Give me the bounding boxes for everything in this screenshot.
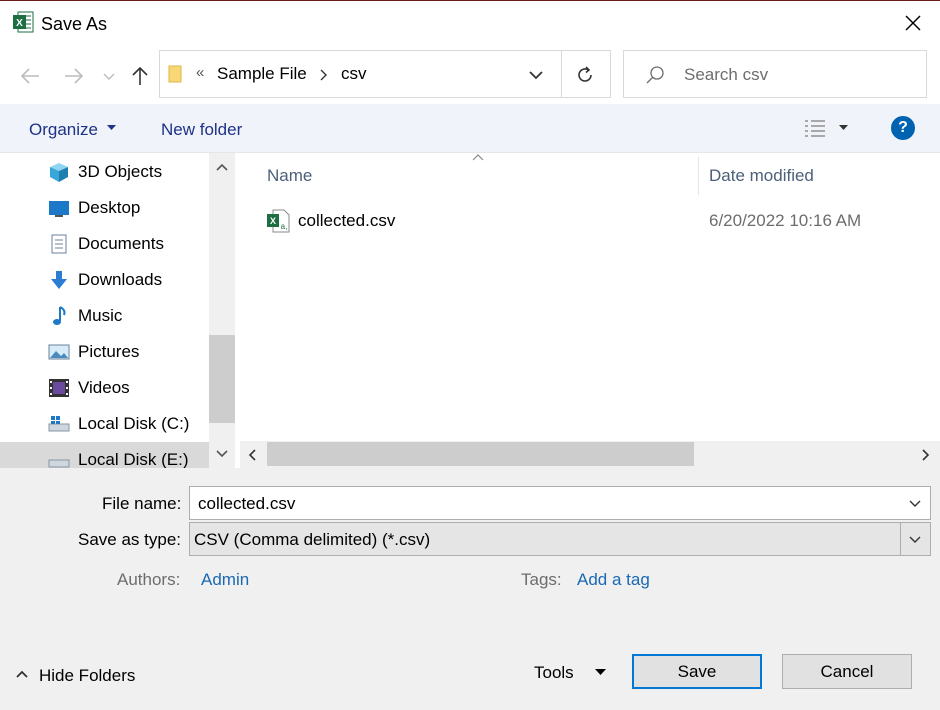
save-as-type-value[interactable]: CSV (Comma delimited) (*.csv) <box>194 530 430 550</box>
file-name: collected.csv <box>298 211 396 230</box>
sidebar-item-label: Local Disk (E:) <box>78 450 189 468</box>
tools-dropdown-icon[interactable] <box>595 669 606 676</box>
sidebar-item-label: 3D Objects <box>78 162 163 181</box>
svg-text:X: X <box>270 216 276 226</box>
excel-app-icon: X <box>13 11 34 33</box>
sidebar-item-label: Pictures <box>78 342 140 361</box>
title-bar: X Save As <box>0 0 940 46</box>
sidebar-item-local-disk-e[interactable]: Local Disk (E:) <box>0 442 210 468</box>
hide-folders-button[interactable]: Hide Folders <box>39 666 135 686</box>
column-divider[interactable] <box>698 157 699 195</box>
address-history-chevron-icon[interactable] <box>527 67 545 83</box>
breadcrumb-separator-icon[interactable] <box>318 68 330 82</box>
sidebar-item-videos[interactable]: Videos <box>48 370 235 406</box>
sidebar-item-downloads[interactable]: Downloads <box>48 262 235 298</box>
refresh-icon[interactable] <box>574 64 596 86</box>
breadcrumb-overflow[interactable]: « <box>196 64 204 81</box>
save-form-panel: File name: collected.csv Save as type: C… <box>0 468 940 710</box>
folder-icon <box>168 65 182 83</box>
drive-icon <box>48 459 70 468</box>
save-as-type-select[interactable]: CSV (Comma delimited) (*.csv) <box>189 522 931 556</box>
sort-ascending-icon <box>472 154 484 161</box>
documents-icon <box>51 234 67 254</box>
3d-objects-icon <box>50 163 68 182</box>
add-tag-link[interactable]: Add a tag <box>577 570 650 590</box>
sidebar-item-documents[interactable]: Documents <box>48 226 235 262</box>
scrollbar-thumb[interactable] <box>209 335 235 423</box>
save-as-type-label: Save as type: <box>78 530 182 549</box>
navigation-pane: 3D Objects Desktop Documents Downloads M… <box>0 153 235 468</box>
file-name-field[interactable]: collected.csv <box>189 486 931 520</box>
organize-dropdown-icon[interactable] <box>107 125 116 131</box>
sidebar-item-label: Local Disk (C:) <box>78 414 190 433</box>
file-list-horizontal-scrollbar[interactable] <box>240 441 940 468</box>
breadcrumb-item-sample-file[interactable]: Sample File <box>217 64 307 84</box>
file-name-label: File name: <box>102 494 182 513</box>
address-bar[interactable]: « Sample File csv <box>159 50 611 98</box>
forward-arrow-icon[interactable] <box>62 64 86 88</box>
sidebar-item-label: Downloads <box>78 270 163 289</box>
navigation-scrollbar[interactable] <box>209 153 235 468</box>
file-row[interactable]: X a, collected.csv 6/20/2022 10:16 AM <box>266 205 906 237</box>
sidebar-item-music[interactable]: Music <box>48 298 235 334</box>
organize-button[interactable]: Organize <box>29 120 98 140</box>
csv-file-icon: X a, <box>267 209 290 233</box>
sidebar-item-label: Videos <box>78 378 130 397</box>
drive-icon <box>48 416 70 432</box>
address-divider <box>561 51 562 97</box>
sidebar-item-pictures[interactable]: Pictures <box>48 334 235 370</box>
search-input[interactable]: Search csv <box>684 65 768 85</box>
sidebar-item-label: Desktop <box>78 198 141 217</box>
sidebar-item-3d-objects[interactable]: 3D Objects <box>48 154 235 190</box>
svg-text:a,: a, <box>281 222 288 231</box>
scrollbar-thumb[interactable] <box>267 442 694 466</box>
scroll-right-icon[interactable] <box>922 449 930 461</box>
sidebar-item-label: Documents <box>78 234 164 253</box>
svg-text:X: X <box>16 18 23 29</box>
videos-icon <box>49 379 69 397</box>
command-bar: Organize New folder ? <box>0 104 940 153</box>
sidebar-item-local-disk-c[interactable]: Local Disk (C:) <box>48 406 235 442</box>
up-arrow-icon[interactable] <box>128 64 152 88</box>
column-header-name[interactable]: Name <box>267 166 312 186</box>
save-as-type-dropdown-icon[interactable] <box>908 532 922 546</box>
file-list: Name Date modified X a, collected.csv 6/… <box>240 153 940 468</box>
file-name-value[interactable]: collected.csv <box>198 494 295 514</box>
recent-locations-chevron-icon[interactable] <box>100 64 118 88</box>
search-box[interactable]: Search csv <box>623 50 927 98</box>
save-button[interactable]: Save <box>632 654 762 689</box>
view-dropdown-icon[interactable] <box>839 125 848 131</box>
file-name-dropdown-icon[interactable] <box>908 496 922 510</box>
sidebar-item-desktop[interactable]: Desktop <box>48 190 235 226</box>
authors-label: Authors: <box>117 570 181 589</box>
new-folder-button[interactable]: New folder <box>161 120 242 140</box>
music-icon <box>53 306 66 325</box>
window-title: Save As <box>41 14 108 34</box>
view-details-icon[interactable] <box>803 117 827 139</box>
back-arrow-icon[interactable] <box>18 64 42 88</box>
column-header-date-modified[interactable]: Date modified <box>709 166 814 186</box>
scroll-down-icon[interactable] <box>216 450 228 458</box>
downloads-icon <box>51 271 67 289</box>
tags-label: Tags: <box>521 570 562 589</box>
cancel-button[interactable]: Cancel <box>782 654 912 689</box>
sidebar-item-label: Music <box>78 306 123 325</box>
breadcrumb-item-csv[interactable]: csv <box>341 64 367 84</box>
desktop-icon <box>49 201 69 217</box>
file-date-modified: 6/20/2022 10:16 AM <box>709 211 862 230</box>
scroll-up-icon[interactable] <box>216 163 228 171</box>
close-icon[interactable] <box>902 12 924 34</box>
hide-folders-chevron-icon[interactable] <box>16 670 28 678</box>
scroll-left-icon[interactable] <box>248 449 256 461</box>
search-icon <box>646 66 664 84</box>
pictures-icon <box>48 344 70 360</box>
authors-value-link[interactable]: Admin <box>201 570 249 590</box>
help-icon[interactable]: ? <box>891 116 915 140</box>
select-divider <box>900 523 901 555</box>
tools-button[interactable]: Tools <box>534 663 574 683</box>
